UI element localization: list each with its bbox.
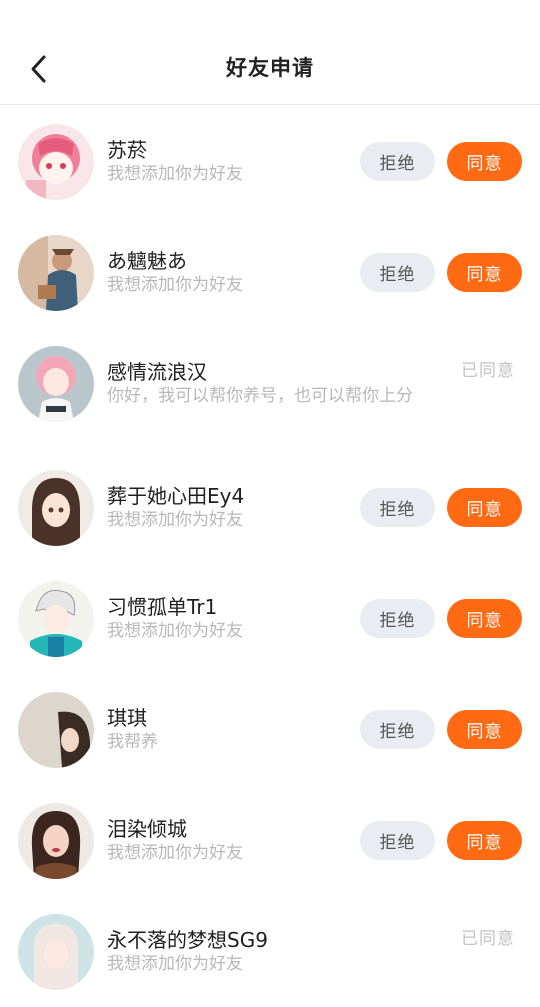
reject-button[interactable]: 拒绝 [360, 253, 435, 292]
list-item: 泪染倾城 我想添加你为好友 拒绝 同意 [0, 785, 540, 896]
list-item: 葬于她心田Ey4 我想添加你为好友 拒绝 同意 [0, 452, 540, 563]
avatar[interactable] [18, 803, 94, 879]
list-item: 永不落的梦想SG9 我想添加你为好友 已同意 [0, 896, 540, 1007]
accepted-status: 已同意 [461, 929, 515, 949]
list-item: 苏菸 我想添加你为好友 拒绝 同意 [0, 106, 540, 217]
requester-name: 习惯孤单Tr1 [107, 595, 218, 619]
requester-name: 苏菸 [107, 138, 147, 162]
list-item: 感情流浪汉 你好，我可以帮你养号，也可以帮你上分 已同意 [0, 328, 540, 452]
reject-button[interactable]: 拒绝 [360, 599, 435, 638]
requester-name: 泪染倾城 [107, 817, 187, 841]
accept-button[interactable]: 同意 [447, 253, 522, 292]
avatar[interactable] [18, 914, 94, 990]
accept-button[interactable]: 同意 [447, 821, 522, 860]
friend-request-list: 苏菸 我想添加你为好友 拒绝 同意 あ魑魅あ 我想添加你为好友 拒绝 同意 感情… [0, 106, 540, 1007]
requester-name: 感情流浪汉 [107, 360, 207, 384]
top-bar: 好友申请 [0, 0, 540, 105]
accept-button[interactable]: 同意 [447, 710, 522, 749]
accept-button[interactable]: 同意 [447, 599, 522, 638]
avatar[interactable] [18, 581, 94, 657]
avatar[interactable] [18, 346, 94, 422]
avatar[interactable] [18, 470, 94, 546]
accept-button[interactable]: 同意 [447, 142, 522, 181]
list-item: 琪琪 我帮养 拒绝 同意 [0, 674, 540, 785]
accepted-status: 已同意 [461, 361, 515, 381]
list-item: 习惯孤单Tr1 我想添加你为好友 拒绝 同意 [0, 563, 540, 674]
requester-name: 葬于她心田Ey4 [107, 484, 245, 508]
requester-name: 永不落的梦想SG9 [107, 928, 268, 952]
requester-name: あ魑魅あ [107, 249, 187, 273]
avatar[interactable] [18, 692, 94, 768]
reject-button[interactable]: 拒绝 [360, 821, 435, 860]
accept-button[interactable]: 同意 [447, 488, 522, 527]
request-message: 我想添加你为好友 [107, 954, 243, 974]
avatar[interactable] [18, 235, 94, 311]
requester-name: 琪琪 [107, 706, 147, 730]
list-item: あ魑魅あ 我想添加你为好友 拒绝 同意 [0, 217, 540, 328]
reject-button[interactable]: 拒绝 [360, 710, 435, 749]
page-title: 好友申请 [226, 56, 314, 80]
reject-button[interactable]: 拒绝 [360, 142, 435, 181]
avatar[interactable] [18, 124, 94, 200]
request-message: 你好，我可以帮你养号，也可以帮你上分 [107, 386, 413, 406]
reject-button[interactable]: 拒绝 [360, 488, 435, 527]
